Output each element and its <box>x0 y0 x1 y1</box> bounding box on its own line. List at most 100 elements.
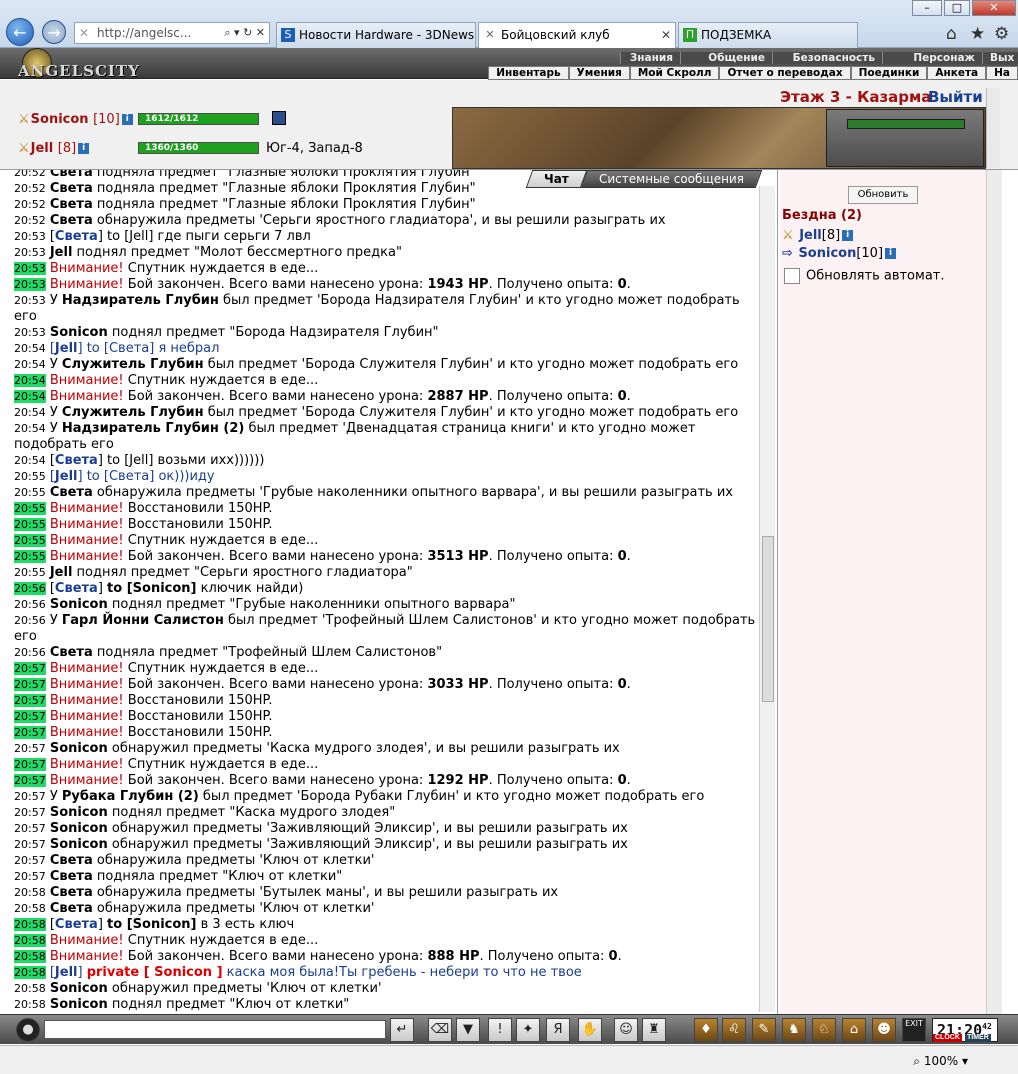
chat-timestamp[interactable]: 20:52 <box>14 214 46 227</box>
filter-icon[interactable]: ▼ <box>456 1018 480 1042</box>
zoom-control[interactable]: ⌕ 100% ▾ <box>913 1054 968 1069</box>
home-icon[interactable]: ⌂ <box>946 24 957 44</box>
chat-timestamp[interactable]: 20:55 <box>14 566 46 579</box>
chat-timestamp[interactable]: 20:52 <box>14 182 46 195</box>
tab-3dnews[interactable]: S Новости Hardware - 3DNews -... <box>276 22 476 48</box>
user-jell[interactable]: ⚔ Jell[8] i <box>782 228 854 243</box>
info-icon[interactable]: i <box>842 230 854 241</box>
chat-timestamp[interactable]: 20:57 <box>14 806 46 819</box>
forward-button[interactable]: → <box>42 20 66 44</box>
chat-timestamp[interactable]: 20:57 <box>14 870 46 883</box>
chat-timestamp[interactable]: 20:55 <box>14 502 46 515</box>
info-icon[interactable]: i <box>121 114 133 125</box>
chat-timestamp[interactable]: 20:57 <box>14 726 46 739</box>
menu-profile[interactable]: Анкета <box>927 66 987 80</box>
alert-icon[interactable]: ! <box>488 1018 512 1042</box>
chat-timestamp[interactable]: 20:56 <box>14 582 46 595</box>
checkbox-box[interactable] <box>784 268 800 284</box>
address-actions-icon[interactable]: ⌕ ▾ ↻ ✕ <box>224 23 265 43</box>
close-tab-icon[interactable]: ✕ <box>661 23 671 47</box>
chat-timestamp[interactable]: 20:57 <box>14 790 46 803</box>
chat-timestamp[interactable]: 20:58 <box>14 998 46 1011</box>
chat-text[interactable]: Света <box>55 229 98 244</box>
chat-timestamp[interactable]: 20:57 <box>14 758 46 771</box>
fighter-icon[interactable]: ✦ <box>516 1018 540 1042</box>
chat-timestamp[interactable]: 20:57 <box>14 774 46 787</box>
tab-chat[interactable]: Чат <box>526 170 588 188</box>
hand-icon[interactable]: ✋ <box>578 1018 602 1042</box>
chat-timestamp[interactable]: 20:58 <box>14 902 46 915</box>
auto-refresh-checkbox[interactable]: Обновлять автомат. <box>784 268 945 284</box>
chat-timestamp[interactable]: 20:55 <box>14 470 46 483</box>
helmet-icon[interactable]: ♜ <box>642 1018 666 1042</box>
maximize-button[interactable]: □ <box>944 0 970 16</box>
wolf-icon[interactable]: ♘ <box>812 1018 836 1042</box>
chat-text[interactable]: каска моя была!Ты гребень - небери то чт… <box>223 965 582 980</box>
chat-timestamp[interactable]: 20:57 <box>14 662 46 675</box>
chat-text[interactable]: Jell <box>55 965 78 980</box>
player-sonicon[interactable]: ⚔Sonicon [10] i <box>18 112 133 127</box>
translit-icon[interactable]: Я <box>546 1018 570 1042</box>
menu-more[interactable]: На <box>986 66 1018 80</box>
house-icon[interactable]: ⌂ <box>842 1018 866 1042</box>
tab-podzemka[interactable]: П ПОДЗЕМКА <box>678 22 858 48</box>
menu-exit[interactable]: Вых <box>982 52 1018 64</box>
chat-timestamp[interactable]: 20:53 <box>14 294 46 307</box>
refresh-button[interactable]: Обновить <box>848 186 918 204</box>
tab-fight-club[interactable]: ✕ Бойцовский клуб ✕ <box>478 22 676 48</box>
potion-icon[interactable]: ♦ <box>694 1018 718 1042</box>
info-icon[interactable]: i <box>78 143 90 154</box>
lion-icon[interactable]: ♌ <box>722 1018 746 1042</box>
minimize-button[interactable]: – <box>912 0 942 16</box>
menu-skills[interactable]: Умения <box>568 66 630 80</box>
chat-timestamp[interactable]: 20:56 <box>14 646 46 659</box>
status-scrollbar[interactable] <box>986 88 1000 168</box>
chat-text[interactable]: ] to [Света] я небрал <box>78 341 220 356</box>
chat-text[interactable]: Света <box>55 917 98 932</box>
exit-icon[interactable]: EXIT <box>902 1018 926 1042</box>
menu-duels[interactable]: Поединки <box>850 66 928 80</box>
chat-timestamp[interactable]: 20:54 <box>14 374 46 387</box>
chat-timestamp[interactable]: 20:56 <box>14 614 46 627</box>
chat-timestamp[interactable]: 20:53 <box>14 230 46 243</box>
chat-timestamp[interactable]: 20:57 <box>14 854 46 867</box>
player-jell[interactable]: ⚔Jell [8] i <box>18 141 90 156</box>
menu-security[interactable]: Безопасность <box>772 52 882 64</box>
horse-icon[interactable]: ♞ <box>782 1018 806 1042</box>
chat-timestamp[interactable]: 20:57 <box>14 742 46 755</box>
menu-character[interactable]: Персонаж <box>882 52 982 64</box>
chat-timestamp[interactable]: 20:53 <box>14 326 46 339</box>
send-enter-icon[interactable]: ↵ <box>390 1018 414 1042</box>
chat-timestamp[interactable]: 20:52 <box>14 198 46 211</box>
exit-link[interactable]: Выйти <box>928 88 983 106</box>
scroll-icon[interactable]: ✎ <box>752 1018 776 1042</box>
chat-timestamp[interactable]: 20:54 <box>14 342 46 355</box>
chat-timestamp[interactable]: 20:56 <box>14 598 46 611</box>
chat-text[interactable]: Света <box>55 453 98 468</box>
chat-text[interactable]: ] to [Света] ок)))иду <box>78 469 215 484</box>
eraser-icon[interactable]: ⌫ <box>428 1018 452 1042</box>
chat-timestamp[interactable]: 20:54 <box>14 406 46 419</box>
chat-timestamp[interactable]: 20:57 <box>14 822 46 835</box>
chat-text[interactable]: Света <box>55 581 98 596</box>
back-button[interactable]: ← <box>6 18 34 46</box>
menu-inventory[interactable]: Инвентарь <box>488 66 569 80</box>
chat-timestamp[interactable]: 20:58 <box>14 966 46 979</box>
chat-text[interactable]: Jell <box>55 469 78 484</box>
menu-communication[interactable]: Общение <box>680 52 772 64</box>
chat-text[interactable]: ] <box>78 965 87 980</box>
chat-timestamp[interactable]: 20:57 <box>14 838 46 851</box>
chat-timestamp[interactable]: 20:53 <box>14 278 46 291</box>
chat-timestamp[interactable]: 20:58 <box>14 950 46 963</box>
menu-transfer-report[interactable]: Отчет о переводах <box>719 66 851 80</box>
close-window-button[interactable]: ✕ <box>972 0 1016 16</box>
chat-timestamp[interactable]: 20:58 <box>14 934 46 947</box>
side-scrollbar[interactable] <box>986 170 1002 1014</box>
favorites-star-icon[interactable]: ★ <box>970 24 985 44</box>
chat-timestamp[interactable]: 20:55 <box>14 534 46 547</box>
menu-knowledge[interactable]: Знания <box>620 52 680 64</box>
chat-timestamp[interactable]: 20:58 <box>14 982 46 995</box>
chat-timestamp[interactable]: 20:52 <box>14 170 46 179</box>
chat-text[interactable]: Jell <box>55 341 78 356</box>
chat-timestamp[interactable]: 20:55 <box>14 518 46 531</box>
